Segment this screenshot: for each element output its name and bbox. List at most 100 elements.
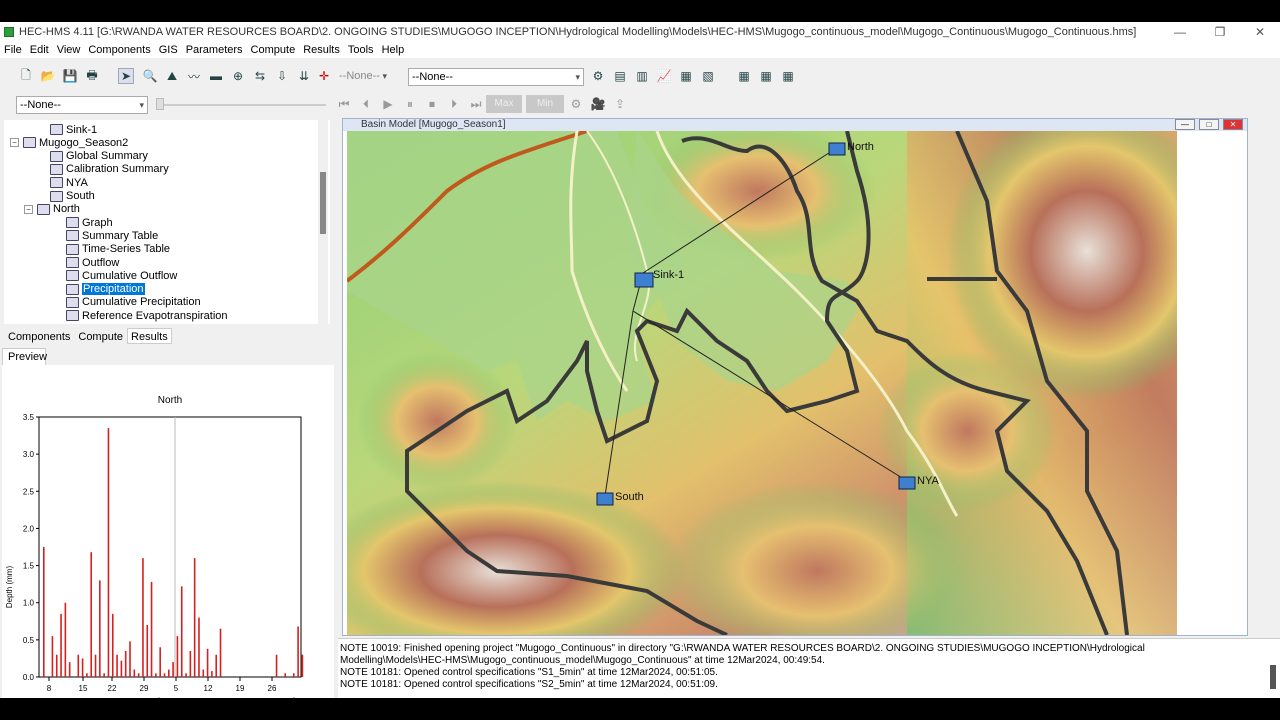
- pause-icon[interactable]: ⏸: [402, 96, 418, 112]
- precip-bar: [111, 613, 114, 677]
- subbasin-tool-icon[interactable]: ⛰: [164, 68, 180, 84]
- tree-item-reference-evapotranspiration[interactable]: Reference Evapotranspiration: [66, 309, 228, 322]
- menu-parameters[interactable]: Parameters: [182, 42, 247, 58]
- menu-edit[interactable]: Edit: [26, 42, 53, 58]
- min-button[interactable]: Min: [526, 95, 564, 113]
- tree-item-calibration-summary[interactable]: Calibration Summary: [50, 163, 169, 176]
- tree-item-south[interactable]: South: [50, 190, 95, 203]
- global-summary-icon[interactable]: ▤: [612, 68, 628, 84]
- tree-item-graph[interactable]: Graph: [66, 216, 113, 229]
- step-forward-icon[interactable]: ⏵: [446, 96, 462, 112]
- x-tick-label: 22: [108, 684, 117, 693]
- map-element-south[interactable]: South: [596, 491, 644, 506]
- tab-preview[interactable]: Preview: [2, 348, 47, 366]
- tree-item-sink-1[interactable]: Sink-1: [50, 123, 97, 136]
- crosshair-icon[interactable]: ✛: [316, 68, 332, 84]
- map-element-nya[interactable]: NYA: [898, 475, 939, 490]
- tab-components[interactable]: Components: [4, 328, 74, 344]
- summary-table-icon[interactable]: ▦: [678, 68, 694, 84]
- wide-combo[interactable]: --None-- ▾: [408, 68, 584, 86]
- open-icon[interactable]: 📂: [40, 68, 56, 84]
- save-icon[interactable]: 💾: [62, 68, 78, 84]
- x-tick-label: 26: [268, 684, 277, 693]
- tree-scrollbar[interactable]: [318, 120, 328, 324]
- console-line: NOTE 10019: Finished opening project "Mu…: [340, 643, 1145, 654]
- tree-item-north[interactable]: − North: [24, 203, 80, 216]
- timeseries-table-icon[interactable]: ▧: [700, 68, 716, 84]
- menu-file[interactable]: File: [0, 42, 26, 58]
- menu-results[interactable]: Results: [299, 42, 344, 58]
- precipitation-chart: North 0.0 0.5 1.0 1.5 2.0 2.5 3.0 3.5 Depth (mm) 8…: [5, 395, 304, 709]
- tab-results[interactable]: Results: [127, 328, 172, 344]
- time-slider-track[interactable]: [156, 104, 326, 106]
- diversion-tool-icon[interactable]: ⇆: [252, 68, 268, 84]
- tree-item-cumulative-precipitation[interactable]: Cumulative Precipitation: [66, 296, 201, 309]
- settings-icon[interactable]: ⚙: [568, 96, 584, 112]
- menu-gis[interactable]: GIS: [155, 42, 182, 58]
- rewind-icon[interactable]: ⏮: [336, 96, 352, 112]
- sink-icon: [634, 272, 654, 288]
- menu-compute[interactable]: Compute: [247, 42, 300, 58]
- basin-model-window: Basin Model [Mugogo_Season1] — □ ✕ North…: [342, 118, 1248, 636]
- map-element-north[interactable]: North: [828, 141, 874, 156]
- basin-maximize-button[interactable]: □: [1199, 119, 1219, 130]
- precip-bar: [275, 654, 278, 677]
- grid-zoom-icon[interactable]: ▦: [758, 68, 774, 84]
- minimize-button[interactable]: —: [1160, 22, 1200, 42]
- collapse-icon[interactable]: −: [10, 138, 19, 148]
- tree-item-summary-table[interactable]: Summary Table: [66, 229, 158, 242]
- compute-icon[interactable]: ⚙: [590, 68, 606, 84]
- zoom-icon[interactable]: 🔍: [142, 68, 158, 84]
- tree-item-cumulative-outflow[interactable]: Cumulative Outflow: [66, 269, 177, 282]
- sink-tool-icon[interactable]: ⇊: [296, 68, 312, 84]
- tree-item-label: Calibration Summary: [66, 163, 169, 176]
- run-combo[interactable]: --None-- ▾: [336, 68, 390, 86]
- precip-bar: [103, 673, 105, 677]
- tree-item-global-summary[interactable]: Global Summary: [50, 150, 148, 163]
- grid-pan-icon[interactable]: ▦: [780, 68, 796, 84]
- play-icon[interactable]: ▶: [380, 96, 396, 112]
- basin-close-button[interactable]: ✕: [1223, 119, 1243, 130]
- menu-help[interactable]: Help: [378, 42, 409, 58]
- tree-scrollbar-thumb[interactable]: [320, 172, 326, 234]
- graph-icon[interactable]: 📈: [656, 68, 672, 84]
- element-summary-icon[interactable]: ▥: [634, 68, 650, 84]
- new-icon[interactable]: 🗋: [18, 68, 34, 84]
- source-tool-icon[interactable]: ⇩: [274, 68, 290, 84]
- menu-view[interactable]: View: [53, 42, 85, 58]
- title-bar: HEC-HMS 4.11 [G:\RWANDA WATER RESOURCES …: [0, 22, 1280, 42]
- menu-components[interactable]: Components: [84, 42, 154, 58]
- tree-item-nya[interactable]: NYA: [50, 176, 88, 189]
- collapse-icon[interactable]: −: [24, 204, 33, 214]
- tree-item-precipitation[interactable]: Precipitation: [66, 283, 145, 296]
- tree-item-time-series-table[interactable]: Time-Series Table: [66, 243, 170, 256]
- tree-item-mugogo-season2[interactable]: − Mugogo_Season2: [10, 136, 128, 149]
- menu-tools[interactable]: Tools: [344, 42, 378, 58]
- table-icon: [66, 230, 79, 242]
- stop-icon[interactable]: ⏹: [424, 96, 440, 112]
- time-slider-thumb[interactable]: [156, 98, 164, 110]
- close-button[interactable]: ✕: [1240, 22, 1280, 42]
- console-scrollbar-thumb[interactable]: [1270, 665, 1276, 689]
- basin-minimize-button[interactable]: —: [1175, 119, 1195, 130]
- grid-icon[interactable]: ▦: [736, 68, 752, 84]
- arrow-tool-icon[interactable]: ➤: [118, 68, 134, 84]
- tree-item-label: Time-Series Table: [82, 243, 171, 256]
- right-panel: Basin Model [Mugogo_Season1] — □ ✕ North…: [338, 118, 1280, 698]
- tree-item-outflow[interactable]: Outflow: [66, 256, 119, 269]
- precip-bar: [51, 636, 54, 677]
- print-icon[interactable]: 🖶: [84, 68, 100, 84]
- step-back-icon[interactable]: ⏴: [358, 96, 374, 112]
- reservoir-tool-icon[interactable]: ▬: [208, 68, 224, 84]
- record-icon[interactable]: 🎥: [590, 96, 606, 112]
- export-icon[interactable]: ⇪: [612, 96, 628, 112]
- tab-compute[interactable]: Compute: [74, 328, 127, 344]
- small-combo[interactable]: --None-- ▾: [16, 96, 148, 114]
- max-button[interactable]: Max: [486, 95, 522, 113]
- restore-button[interactable]: ❐: [1200, 22, 1240, 42]
- fast-forward-icon[interactable]: ⏭: [468, 96, 484, 112]
- basin-map[interactable]: North Sink-1 South NYA: [347, 131, 1177, 635]
- reach-tool-icon[interactable]: 〰: [186, 68, 202, 84]
- precip-bar: [90, 552, 93, 677]
- junction-tool-icon[interactable]: ⊕: [230, 68, 246, 84]
